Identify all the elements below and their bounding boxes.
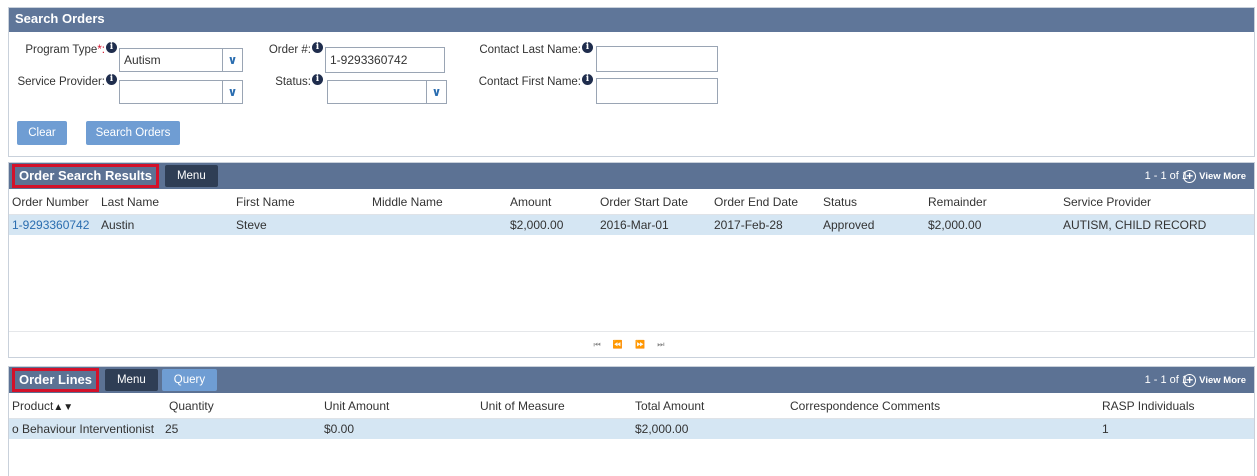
lines-header-row: Product▲▼ Quantity Unit Amount Unit of M… [9, 393, 1254, 419]
search-orders-header: Search Orders [9, 8, 1254, 32]
order-number-label: Order #: i [253, 41, 323, 56]
service-provider-label: Service Provider: i [15, 73, 117, 88]
status-label: Status: i [253, 73, 323, 88]
contact-last-name-label: Contact Last Name: i [465, 41, 593, 56]
chevron-down-icon[interactable]: ∨ [426, 81, 446, 103]
table-cell: 25 [165, 422, 179, 436]
info-icon[interactable]: i [582, 73, 593, 85]
column-header[interactable]: Status [823, 189, 857, 215]
column-header[interactable]: Service Provider [1063, 189, 1151, 215]
results-view-more-link[interactable]: + View More [1183, 163, 1246, 189]
lines-pager-count: 1 - 1 of 1 [1144, 374, 1188, 386]
column-header[interactable]: Order Number [12, 189, 89, 215]
table-cell: $2,000.00 [928, 218, 982, 232]
table-cell: Approved [823, 218, 875, 232]
table-cell: 2017-Feb-28 [714, 218, 783, 232]
table-cell: o Behaviour Interventionist [12, 422, 155, 436]
table-cell: 1 [1102, 422, 1109, 436]
column-header[interactable]: First Name [236, 189, 295, 215]
column-header[interactable]: Correspondence Comments [790, 393, 940, 419]
query-button[interactable]: Query [161, 369, 218, 391]
order-lines-panel: Order Lines Menu Query 1 - 1 of 1 + View… [8, 366, 1255, 476]
service-provider-select[interactable]: ∨ [119, 80, 243, 104]
search-orders-panel: Search Orders Program Type *: i Autism ∨ O… [8, 7, 1255, 157]
order-lines-header: Order Lines Menu Query 1 - 1 of 1 + View… [9, 367, 1254, 393]
info-icon[interactable]: i [312, 41, 323, 53]
column-header-product[interactable]: Product▲▼ [12, 393, 73, 419]
info-icon[interactable]: i [106, 41, 117, 53]
table-row[interactable]: o Behaviour Interventionist 25 $0.00 $2,… [9, 419, 1254, 439]
column-header[interactable]: Unit of Measure [480, 393, 565, 419]
order-search-results-panel: Order Search Results Menu 1 - 1 of 1 + V… [8, 162, 1255, 358]
column-header[interactable]: Order Start Date [600, 189, 688, 215]
table-cell: 2016-Mar-01 [600, 218, 669, 232]
chevron-down-icon[interactable]: ∨ [222, 81, 242, 103]
results-header-row: Order Number Last Name First Name Middle… [9, 189, 1254, 215]
results-menu-button[interactable]: Menu [164, 165, 218, 187]
results-pager-count: 1 - 1 of 1 [1144, 170, 1188, 182]
table-cell: $2,000.00 [635, 422, 689, 436]
plus-circle-icon: + [1183, 373, 1197, 387]
info-icon[interactable]: i [582, 41, 593, 53]
table-cell: Austin [101, 218, 135, 232]
column-header[interactable]: Remainder [928, 189, 987, 215]
table-cell: $2,000.00 [510, 218, 564, 232]
sort-arrows-icon[interactable]: ▲▼ [53, 402, 73, 413]
column-header[interactable]: Order End Date [714, 189, 798, 215]
column-header[interactable]: Unit Amount [324, 393, 389, 419]
lines-menu-button[interactable]: Menu [104, 369, 158, 391]
plus-circle-icon: + [1183, 169, 1197, 183]
results-pager-nav[interactable]: ⏮ ⏪ ⏩ ⏭ [9, 331, 1254, 357]
contact-last-name-input[interactable] [596, 46, 718, 72]
table-row[interactable]: 1-9293360742 Austin Steve $2,000.00 2016… [9, 215, 1254, 235]
order-number-input[interactable]: 1-9293360742 [325, 47, 445, 73]
order-search-results-title: Order Search Results [12, 164, 159, 188]
search-orders-title: Search Orders [15, 11, 105, 26]
column-header[interactable]: Total Amount [635, 393, 704, 419]
lines-view-more-link[interactable]: + View More [1183, 367, 1246, 393]
info-icon[interactable]: i [312, 73, 323, 85]
column-header[interactable]: Last Name [101, 189, 159, 215]
search-orders-button[interactable]: Search Orders [86, 121, 180, 145]
chevron-down-icon[interactable]: ∨ [222, 49, 242, 71]
column-header[interactable]: Amount [510, 189, 551, 215]
status-select[interactable]: ∨ [327, 80, 447, 104]
column-header[interactable]: Middle Name [372, 189, 443, 215]
contact-first-name-input[interactable] [596, 78, 718, 104]
table-cell: AUTISM, CHILD RECORD [1063, 218, 1207, 232]
info-icon[interactable]: i [106, 73, 117, 85]
order-number-link[interactable]: 1-9293360742 [12, 215, 89, 235]
clear-button[interactable]: Clear [17, 121, 67, 145]
program-type-select[interactable]: Autism ∨ [119, 48, 243, 72]
table-cell: $0.00 [324, 422, 355, 436]
program-type-label: Program Type *: i [15, 41, 117, 56]
table-cell: Steve [236, 218, 267, 232]
order-lines-title: Order Lines [12, 368, 99, 392]
contact-first-name-label: Contact First Name: i [465, 73, 593, 88]
column-header[interactable]: Quantity [169, 393, 214, 419]
order-search-results-header: Order Search Results Menu 1 - 1 of 1 + V… [9, 163, 1254, 189]
column-header[interactable]: RASP Individuals [1102, 393, 1195, 419]
